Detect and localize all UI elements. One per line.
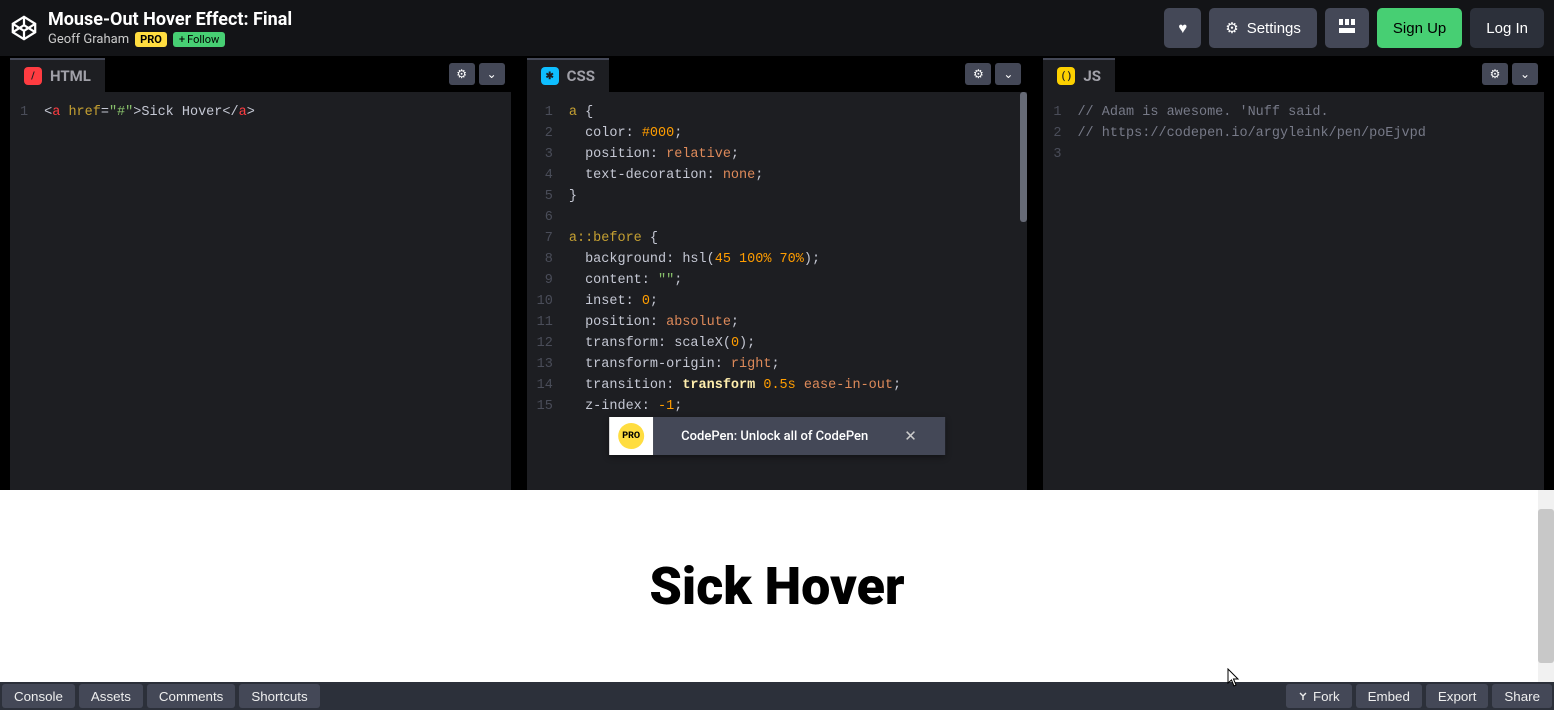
- html-settings-button[interactable]: ⚙: [449, 63, 475, 85]
- follow-label: Follow: [187, 33, 219, 46]
- comments-button[interactable]: Comments: [147, 684, 235, 708]
- gear-icon: ⚙: [1225, 19, 1238, 37]
- title-block: Mouse-Out Hover Effect: Final Geoff Grah…: [48, 9, 1164, 47]
- export-button[interactable]: Export: [1426, 684, 1489, 708]
- css-scroll-thumb[interactable]: [1020, 92, 1027, 222]
- shortcuts-label: Shortcuts: [251, 689, 307, 704]
- html-source[interactable]: <a href="#">Sick Hover</a>: [36, 92, 511, 490]
- html-tab-label: HTML: [50, 67, 91, 85]
- share-button[interactable]: Share: [1492, 684, 1552, 708]
- footer-left: Console Assets Comments Shortcuts: [0, 682, 322, 710]
- fork-button[interactable]: Fork: [1286, 684, 1352, 708]
- html-icon: /: [24, 67, 42, 85]
- follow-button[interactable]: + Follow: [173, 32, 225, 47]
- topbar-actions: ♥ ⚙ Settings Sign Up Log In: [1164, 8, 1544, 48]
- preview-scrollbar[interactable]: [1538, 490, 1554, 682]
- author-name[interactable]: Geoff Graham: [48, 32, 129, 47]
- export-label: Export: [1438, 689, 1477, 704]
- promo-banner-text-cell[interactable]: CodePen: Unlock all of CodePen ✕: [653, 417, 945, 455]
- js-icon: ( ): [1057, 67, 1075, 85]
- gear-icon: ⚙: [456, 67, 467, 81]
- gear-icon: ⚙: [973, 67, 984, 81]
- signup-label: Sign Up: [1393, 20, 1446, 37]
- js-settings-button[interactable]: ⚙: [1482, 63, 1508, 85]
- byline: Geoff Graham PRO + Follow: [48, 32, 1164, 47]
- css-tab[interactable]: CSS: [527, 58, 609, 92]
- preview-link[interactable]: Sick Hover: [649, 556, 904, 617]
- login-button[interactable]: Log In: [1470, 8, 1544, 48]
- chevron-down-icon: ⌄: [1520, 67, 1530, 81]
- js-chevron-button[interactable]: ⌄: [1512, 63, 1538, 85]
- layout-icon: [1339, 19, 1355, 37]
- settings-label: Settings: [1247, 20, 1301, 37]
- css-chevron-button[interactable]: ⌄: [995, 63, 1021, 85]
- html-pane-buttons: ⚙ ⌄: [449, 56, 511, 92]
- promo-banner-text: CodePen: Unlock all of CodePen: [681, 429, 868, 444]
- pro-circle-icon: PRO: [618, 423, 644, 449]
- js-pane-header: ( ) JS ⚙ ⌄: [1043, 56, 1544, 92]
- settings-button[interactable]: ⚙ Settings: [1209, 8, 1317, 48]
- html-chevron-button[interactable]: ⌄: [479, 63, 505, 85]
- css-tab-label: CSS: [567, 67, 595, 85]
- css-pane-buttons: ⚙ ⌄: [965, 56, 1027, 92]
- js-tab-label: JS: [1083, 67, 1101, 85]
- comments-label: Comments: [159, 689, 223, 704]
- share-label: Share: [1504, 689, 1540, 704]
- love-button[interactable]: ♥: [1164, 8, 1201, 48]
- gear-icon: ⚙: [1490, 67, 1501, 81]
- preview-scroll-thumb[interactable]: [1538, 509, 1554, 663]
- js-editor[interactable]: 123 // Adam is awesome. 'Nuff said.// ht…: [1043, 92, 1544, 490]
- embed-button[interactable]: Embed: [1356, 684, 1422, 708]
- embed-label: Embed: [1368, 689, 1410, 704]
- css-pane-header: CSS ⚙ ⌄: [527, 56, 1028, 92]
- js-pane-buttons: ⚙ ⌄: [1482, 56, 1544, 92]
- js-pane: ( ) JS ⚙ ⌄ 123 // Adam is awesome. 'Nuff…: [1043, 56, 1544, 490]
- pen-title: Mouse-Out Hover Effect: Final: [48, 9, 1164, 30]
- shortcuts-button[interactable]: Shortcuts: [239, 684, 319, 708]
- fork-icon: [1298, 689, 1308, 704]
- css-settings-button[interactable]: ⚙: [965, 63, 991, 85]
- chevron-down-icon: ⌄: [487, 67, 497, 81]
- plus-icon: +: [179, 33, 185, 46]
- html-pane-header: / HTML ⚙ ⌄: [10, 56, 511, 92]
- fork-label: Fork: [1313, 689, 1340, 704]
- js-gutter: 123: [1043, 92, 1069, 490]
- console-label: Console: [14, 689, 63, 704]
- html-gutter: 1: [10, 92, 36, 490]
- html-pane: / HTML ⚙ ⌄ 1 <a href="#">Sick Hover</a>: [10, 56, 511, 490]
- promo-banner: PRO CodePen: Unlock all of CodePen ✕: [609, 417, 945, 455]
- login-label: Log In: [1486, 20, 1528, 37]
- css-icon: [541, 67, 559, 85]
- chevron-down-icon: ⌄: [1003, 67, 1013, 81]
- assets-button[interactable]: Assets: [79, 684, 143, 708]
- codepen-logo-icon[interactable]: [8, 12, 40, 44]
- heart-icon: ♥: [1178, 20, 1187, 37]
- console-button[interactable]: Console: [2, 684, 75, 708]
- html-editor[interactable]: 1 <a href="#">Sick Hover</a>: [10, 92, 511, 490]
- assets-label: Assets: [91, 689, 131, 704]
- js-source[interactable]: // Adam is awesome. 'Nuff said.// https:…: [1069, 92, 1544, 490]
- author-pro-badge: PRO: [135, 32, 167, 47]
- css-gutter: 123456789101112131415: [527, 92, 561, 490]
- js-tab[interactable]: ( ) JS: [1043, 58, 1115, 92]
- layout-button[interactable]: [1325, 8, 1369, 48]
- promo-banner-icon-cell: PRO: [609, 417, 653, 455]
- close-icon: ✕: [904, 427, 917, 445]
- footer-right: Fork Embed Export Share: [1284, 682, 1554, 710]
- footer-bar: Console Assets Comments Shortcuts Fork E…: [0, 682, 1554, 710]
- promo-close-button[interactable]: ✕: [892, 427, 917, 445]
- html-tab[interactable]: / HTML: [10, 58, 105, 92]
- signup-button[interactable]: Sign Up: [1377, 8, 1462, 48]
- preview-pane: Sick Hover: [0, 490, 1554, 682]
- topbar: Mouse-Out Hover Effect: Final Geoff Grah…: [0, 0, 1554, 56]
